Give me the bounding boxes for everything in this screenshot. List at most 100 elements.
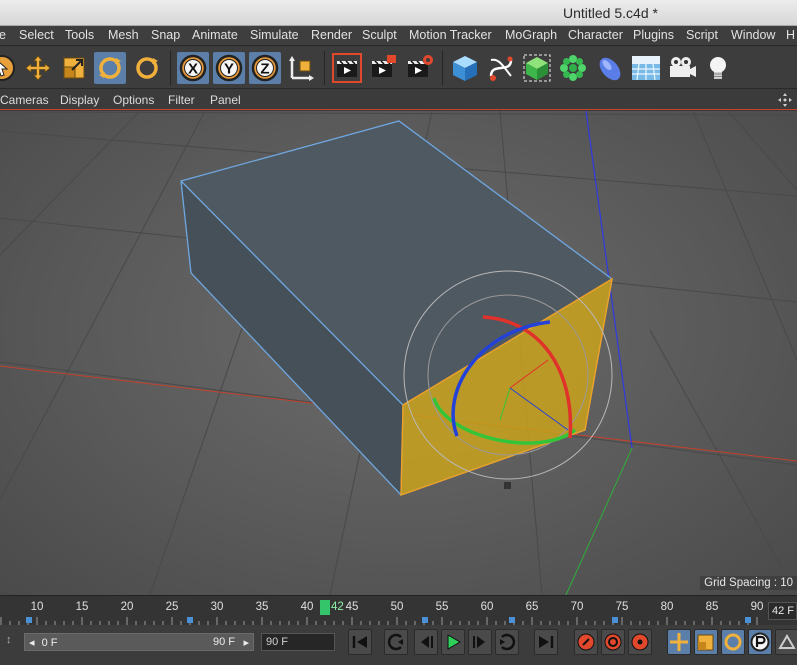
menu-simulate[interactable]: Simulate	[250, 28, 299, 42]
recent-tool-icon[interactable]	[131, 52, 163, 84]
view-menu-panel[interactable]: Panel	[210, 93, 241, 107]
menu-mesh[interactable]: Mesh	[108, 28, 139, 42]
menu-select[interactable]: Select	[19, 28, 54, 42]
record-active-objects-button[interactable]	[574, 629, 598, 655]
coordinate-system-icon[interactable]	[286, 52, 318, 84]
menu-sculpt[interactable]: Sculpt	[362, 28, 397, 42]
next-keyframe-icon	[500, 633, 516, 651]
command-toolbar: X Y Z	[0, 47, 797, 89]
box-object	[180, 120, 613, 496]
menu-animate[interactable]: Animate	[192, 28, 238, 42]
y-axis-lock-icon[interactable]: Y	[213, 52, 245, 84]
keyframe-selection-icon	[631, 633, 649, 651]
range-start-value: 0 F	[41, 637, 58, 649]
current-frame-field[interactable]: 42 F	[768, 602, 797, 620]
go-to-start-icon	[352, 636, 367, 648]
menu-mograph[interactable]: MoGraph	[505, 28, 557, 42]
z-axis-lock-icon[interactable]: Z	[249, 52, 281, 84]
timeline-tick-label: 10	[30, 601, 44, 613]
key-rotation-icon	[724, 633, 742, 651]
timeline-tick-label: 15	[75, 601, 89, 613]
key-scale-icon	[697, 634, 714, 651]
subdivision-surface-icon[interactable]	[521, 52, 553, 84]
rotate-icon[interactable]	[94, 52, 126, 84]
window-title: Untitled 5.c4d *	[563, 5, 658, 21]
previous-keyframe-icon	[387, 633, 403, 651]
timeline-tick-label: 25	[165, 601, 179, 613]
viewport-navigation-icon[interactable]	[777, 92, 793, 108]
timeline-ruler[interactable]: 10 15 20 25 30 35 40 45 50 55 60 65 70 7…	[0, 595, 797, 625]
key-point-level-icon	[778, 634, 796, 649]
timeline-playhead[interactable]	[320, 600, 330, 615]
play-icon	[447, 634, 461, 650]
next-keyframe-button[interactable]	[495, 629, 519, 655]
menu-snap[interactable]: Snap	[151, 28, 180, 42]
key-point-level-button[interactable]	[775, 629, 797, 655]
grid-spacing-label: Grid Spacing : 10	[700, 576, 797, 590]
menu-plugins[interactable]: Plugins	[633, 28, 674, 42]
timeline-tick-label: 65	[525, 601, 539, 613]
viewport-scene[interactable]	[0, 111, 797, 595]
spline-pen-icon[interactable]	[485, 52, 517, 84]
toolbar-separator	[170, 51, 171, 85]
timeline-tick-label: 55	[435, 601, 449, 613]
key-parameter-button[interactable]	[748, 629, 772, 655]
key-parameter-icon	[750, 632, 770, 652]
preview-range-slider[interactable]: ◂ 0 F 90 F ▸	[24, 633, 254, 651]
cube-primitive-icon[interactable]	[449, 52, 481, 84]
view-menu-filter[interactable]: Filter	[168, 93, 195, 107]
light-icon[interactable]	[702, 52, 734, 84]
z-axis-label: Z	[260, 61, 269, 78]
render-picture-viewer-icon[interactable]	[368, 52, 400, 84]
scale-icon[interactable]	[58, 52, 90, 84]
view-menu-cameras[interactable]: Cameras	[0, 93, 49, 107]
menu-motion-tracker[interactable]: Motion Tracker	[409, 28, 492, 42]
view-menu-options[interactable]: Options	[113, 93, 154, 107]
timeline-tick-label: 70	[570, 601, 584, 613]
range-right-arrow[interactable]: ▸	[243, 636, 249, 649]
range-end-value: 90 F	[212, 636, 235, 648]
timeline-tick-label: 40	[300, 601, 314, 613]
go-to-start-button[interactable]	[348, 629, 372, 655]
key-position-button[interactable]	[667, 629, 691, 655]
x-axis-lock-icon[interactable]: X	[177, 52, 209, 84]
next-frame-button[interactable]	[468, 629, 492, 655]
render-settings-icon[interactable]	[404, 52, 436, 84]
camera-icon[interactable]	[666, 52, 698, 84]
timeline-tick-label: 35	[255, 601, 269, 613]
view-menu-display[interactable]: Display	[60, 93, 99, 107]
menu-edit[interactable]: e	[0, 28, 6, 42]
timeline-tick-label: 45	[345, 601, 359, 613]
menu-tools[interactable]: Tools	[65, 28, 94, 42]
y-axis-label: Y	[224, 61, 234, 78]
key-scale-button[interactable]	[694, 629, 718, 655]
key-rotation-button[interactable]	[721, 629, 745, 655]
window-title-bar: Untitled 5.c4d *	[0, 0, 797, 26]
move-icon[interactable]	[22, 52, 54, 84]
menu-render[interactable]: Render	[311, 28, 352, 42]
go-to-end-button[interactable]	[534, 629, 558, 655]
deformer-icon[interactable]	[594, 52, 626, 84]
play-forward-button[interactable]	[441, 629, 465, 655]
keyframe-selection-button[interactable]	[628, 629, 652, 655]
previous-frame-button[interactable]	[414, 629, 438, 655]
menu-help[interactable]: H	[786, 28, 795, 42]
floor-icon[interactable]	[630, 52, 662, 84]
render-view-icon[interactable]	[331, 52, 363, 84]
cloner-icon[interactable]	[557, 52, 589, 84]
range-spinner-icon[interactable]: ↕	[6, 634, 12, 646]
timeline-tick-marks	[0, 617, 758, 625]
timeline-tick-label: 20	[120, 601, 134, 613]
menu-character[interactable]: Character	[568, 28, 623, 42]
go-to-end-icon	[539, 636, 554, 648]
range-left-arrow[interactable]: ◂	[29, 637, 35, 649]
current-frame-label: 42	[331, 601, 344, 613]
toolbar-separator	[442, 51, 443, 85]
previous-keyframe-button[interactable]	[384, 629, 408, 655]
perspective-viewport[interactable]: Grid Spacing : 10	[0, 111, 797, 595]
end-frame-field[interactable]: 90 F	[261, 633, 335, 651]
menu-script[interactable]: Script	[686, 28, 718, 42]
menu-window[interactable]: Window	[731, 28, 775, 42]
live-selection-icon[interactable]	[0, 52, 18, 84]
autokeying-button[interactable]	[601, 629, 625, 655]
